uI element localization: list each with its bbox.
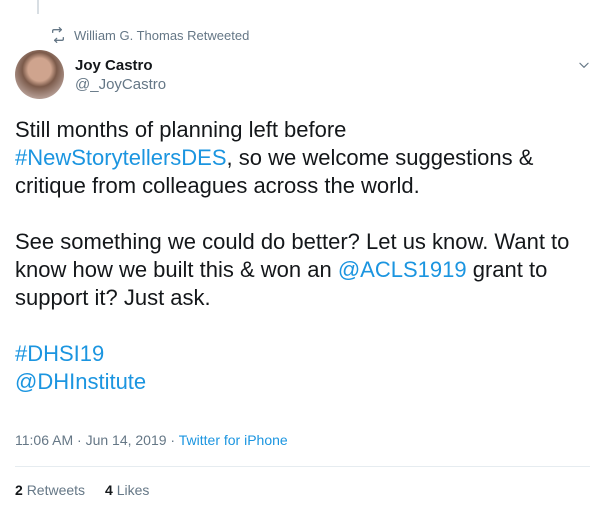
retweet-header[interactable]: William G. Thomas Retweeted [50,27,249,43]
chevron-down-icon[interactable] [577,58,591,72]
tweet-text-line1: Still months of planning left before [15,117,347,142]
retweet-icon [52,27,64,43]
meta-separator: · [73,432,86,448]
tweet-date[interactable]: Jun 14, 2019 [86,432,167,448]
tweet-stats: 2 Retweets 4 Likes [15,482,149,498]
retweets-label: Retweets [26,482,86,498]
tweet-paragraph-2: See something we could do better? Let us… [15,228,575,312]
tweet-text: Still months of planning left before #Ne… [15,116,575,396]
likes-stat[interactable]: 4 Likes [105,482,149,498]
tweet-meta: 11:06 AM · Jun 14, 2019 · Twitter for iP… [15,432,288,448]
author-block[interactable]: Joy Castro @_JoyCastro [75,57,166,94]
mention-acls1919[interactable]: @ACLS1919 [338,257,467,282]
tweet-paragraph-3: #DHSI19 @DHInstitute [15,340,575,396]
tweet-source[interactable]: Twitter for iPhone [179,432,288,448]
tweet-text-line2: , so we welcome suggestions & [226,145,534,170]
likes-count: 4 [105,482,113,498]
thread-line [37,0,39,14]
retweets-count: 2 [15,482,23,498]
tweet-time[interactable]: 11:06 AM [15,432,73,448]
tweet-text-line3: critique from colleagues across the worl… [15,173,420,198]
hashtag-newstorytellersdes[interactable]: #NewStorytellersDES [15,145,227,170]
tweet-card: William G. Thomas Retweeted Joy Castro @… [0,0,605,520]
meta-separator: · [166,432,179,448]
retweeted-by-label[interactable]: William G. Thomas Retweeted [74,28,249,43]
divider [15,466,590,467]
avatar[interactable] [15,50,64,99]
tweet-paragraph-1: Still months of planning left before #Ne… [15,116,575,200]
hashtag-dhsi19[interactable]: #DHSI19 [15,341,104,366]
mention-dhinstitute[interactable]: @DHInstitute [15,369,146,394]
likes-label: Likes [116,482,150,498]
author-handle[interactable]: @_JoyCastro [75,76,166,94]
author-display-name[interactable]: Joy Castro [75,57,166,75]
retweets-stat[interactable]: 2 Retweets [15,482,85,498]
